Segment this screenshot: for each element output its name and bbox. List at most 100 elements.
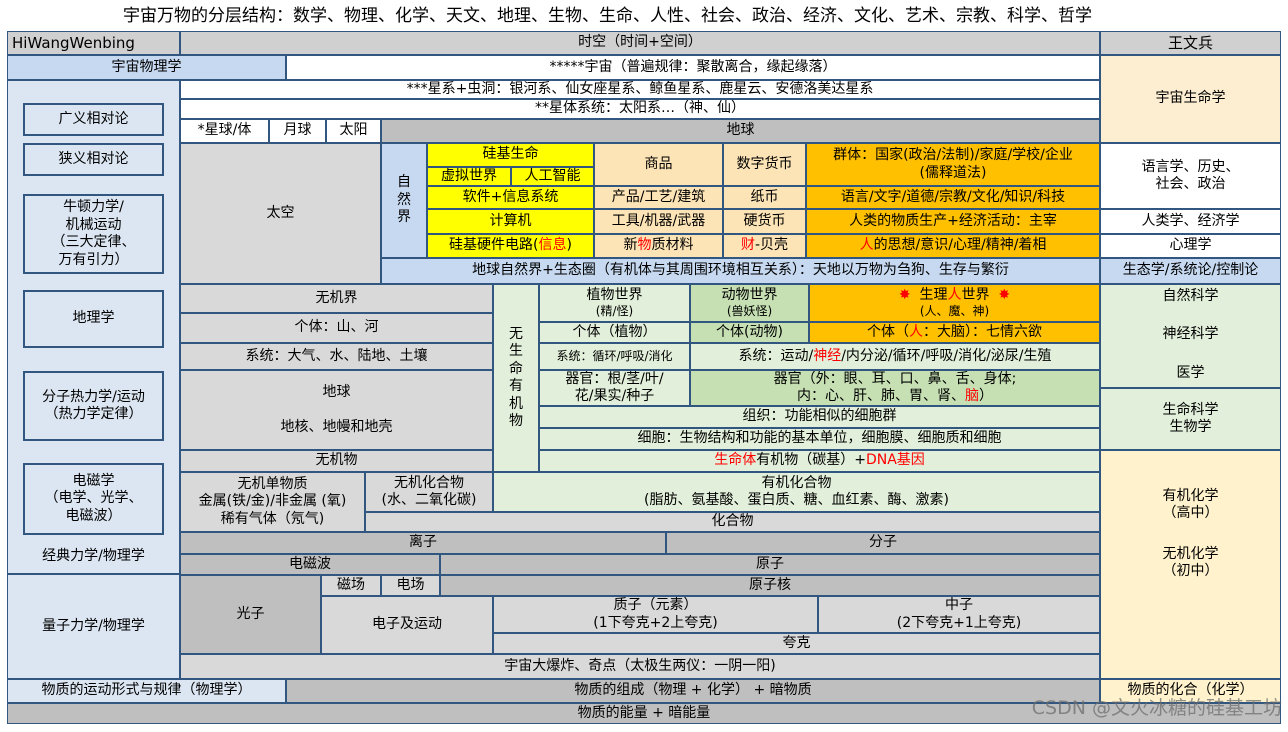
- plant-world-title: 植物世界: [586, 286, 643, 303]
- inorganic-elements: 无机单物质 金属(铁/金)/非金属 (氧) 稀有气体（氖气): [180, 472, 365, 532]
- starburst-icon: ✸: [998, 286, 1011, 303]
- cosmic-life-science: 宇宙生命学: [1100, 55, 1281, 143]
- earth-header: 地球: [381, 119, 1100, 143]
- natural-science: 自然科学: [1162, 288, 1219, 305]
- author-brand: HiWangWenbing: [12, 33, 135, 52]
- goods: 商品: [594, 143, 723, 186]
- artificial-intelligence: 人工智能: [511, 167, 594, 186]
- animal-systems-a: 系统：运动/: [738, 347, 814, 364]
- ecosphere: 地球自然界+生态圈（有机体与其周围环境相互关系）：天地以万物为刍狗、生存与繁衍: [381, 258, 1100, 284]
- header-right: 王文兵: [1100, 31, 1281, 55]
- human-world-a: 生理: [919, 286, 948, 303]
- products: 产品/工艺/建筑: [594, 186, 723, 209]
- culture: 语言/文字/道德/宗教/文化/知识/科技: [806, 186, 1100, 209]
- software-systems: 软件+信息系统: [427, 186, 594, 209]
- animal-world-sub: (兽妖怪): [726, 304, 773, 319]
- silicon-hardware-info: 信息: [538, 237, 567, 254]
- human-individual-a: 个体（: [867, 323, 909, 340]
- silicon-life: 硅基生命: [427, 143, 594, 167]
- new-materials: 新物质材料: [594, 234, 723, 258]
- social-groups: 群体：国家(政治/法制)/家庭/学校/企业 (儒释道法): [806, 143, 1100, 186]
- mountains-rivers: 个体：山、河: [180, 313, 493, 343]
- inorganic-chemistry: 无机化学 （初中）: [1162, 545, 1219, 580]
- human-individual: 个体（人：大脑）：七情六欲: [809, 322, 1100, 343]
- newtonian-mechanics: 牛顿力学/ 机械运动 （三大定律、 万有引力）: [23, 194, 164, 274]
- atomic-nucleus: 原子核: [440, 575, 1100, 596]
- ions: 离子: [180, 532, 666, 554]
- electromagnetic-waves: 电磁波: [180, 554, 440, 575]
- new-materials-b: 质材料: [651, 237, 694, 254]
- animal-organs-a: 内：心、肝、肺、胃、肾、: [797, 388, 965, 404]
- star-system: **星体系统：太阳系…（神、仙）: [180, 99, 1100, 119]
- human-individual-b: ：大脑）：七情六欲: [923, 323, 1042, 340]
- physics-motion: 物质的运动形式与规律（物理学）: [7, 679, 286, 703]
- organic-life-mid: 有机物（碳基）+: [756, 452, 866, 469]
- digital-currency: 数字货币: [723, 143, 806, 186]
- human-world: ✸ 生理人世界 ✸ (人、魔、神): [809, 284, 1100, 322]
- inorganic-world: 无机界: [180, 284, 493, 313]
- human-world-red: 人: [947, 286, 962, 303]
- medicine: 医学: [1176, 365, 1205, 382]
- ecology-systems: 生态学/系统论/控制论: [1100, 258, 1281, 284]
- earth-layers: 地球 地核、地幔和地壳: [180, 370, 493, 450]
- animal-organs-line2: 内：心、肝、肺、胃、肾、脑）: [797, 388, 993, 405]
- animal-organs: 器官（外：眼、耳、口、鼻、舌、身体; 内：心、肝、肺、胃、肾、脑）: [690, 370, 1100, 406]
- material-production: 人类的物质生产+经济活动：主宰: [806, 209, 1100, 234]
- animal-organs-b: ）: [979, 388, 993, 404]
- human-world-b: 世界: [961, 286, 990, 303]
- shells-money-red: 财: [740, 237, 755, 254]
- shells-money: 财 -贝壳: [723, 234, 806, 258]
- thermodynamics: 分子热力学/运动 （热力学定律）: [23, 371, 164, 441]
- neuroscience: 神经科学: [1162, 326, 1219, 343]
- spacetime-header: 时空（时间+空间）: [180, 31, 1100, 55]
- nature-label: 自 然 界: [381, 143, 427, 258]
- inorganic-matter: 无机物: [180, 450, 493, 472]
- protons: 质子（元素） (1下夸克+2上夸克): [493, 596, 818, 633]
- inorganic-systems: 系统：大气、水、陆地、土壤: [180, 343, 493, 370]
- psychology: 心理学: [1100, 234, 1281, 258]
- human-mind: 人的思想/意识/心理/精神/着相: [806, 234, 1100, 258]
- header-left: HiWangWenbing: [7, 31, 180, 55]
- neutrons: 中子 (2下夸克+1上夸克): [818, 596, 1100, 633]
- tools: 工具/机器/武器: [594, 209, 723, 234]
- animal-world-title: 动物世界: [721, 286, 778, 303]
- silicon-hardware-close: ): [566, 237, 572, 254]
- electrons: 电子及运动: [321, 596, 493, 654]
- cosmic-physics: 宇宙物理学: [7, 55, 286, 80]
- animal-organs-red: 脑: [965, 388, 979, 404]
- human-mind-red: 人: [859, 237, 874, 254]
- cell: 细胞：生物结构和功能的基本单位，细胞膜、细胞质和细胞: [539, 428, 1100, 450]
- classical-physics: 经典力学/物理学: [42, 548, 145, 565]
- computer: 计算机: [427, 209, 594, 234]
- molecules: 分子: [666, 532, 1100, 554]
- human-world-sub: (人、魔、神): [919, 304, 990, 319]
- plant-world: 植物世界 (精/怪): [539, 284, 690, 322]
- human-individual-red: 人: [909, 323, 923, 340]
- new-materials-a: 新: [623, 237, 638, 254]
- animal-world: 动物世界 (兽妖怪): [690, 284, 809, 322]
- plant-individual: 个体（植物）: [539, 322, 690, 343]
- plant-organs: 器官：根/茎/叶/ 花/果实/种子: [539, 370, 690, 406]
- organic-life-red: 生命体: [714, 452, 757, 469]
- electric-field: 电场: [381, 575, 440, 596]
- anthropology-economics: 人类学、经济学: [1100, 209, 1281, 234]
- animal-organs-line1: 器官（外：眼、耳、口、鼻、舌、身体;: [773, 370, 1017, 387]
- geography: 地理学: [23, 290, 164, 348]
- animal-systems: 系统：运动/神经/内分泌/循环/呼吸/消化/泌尿/生殖: [690, 343, 1100, 370]
- silicon-hardware: 硅基硬件电路(信息): [427, 234, 594, 258]
- paper-money: 纸币: [723, 186, 806, 209]
- linguistics-history: 语言学、历史、 社会、政治: [1100, 143, 1281, 209]
- photons: 光子: [180, 575, 321, 654]
- galaxies: ***星系+虫洞：银河系、仙女座星系、鲸鱼星系、鹿星云、安德洛美达星系: [180, 80, 1100, 99]
- hard-currency: 硬货币: [723, 209, 806, 234]
- organic-life-dna: DNA基因: [865, 452, 925, 469]
- planet: *星球/体: [180, 119, 269, 143]
- special-relativity: 狭义相对论: [23, 143, 164, 176]
- atoms: 原子: [440, 554, 1100, 575]
- quantum-physics: 量子力学/物理学: [7, 574, 180, 679]
- animal-individual: 个体(动物): [690, 322, 809, 343]
- moon: 月球: [269, 119, 326, 143]
- human-mind-text: 的思想/意识/心理/精神/着相: [873, 237, 1047, 254]
- electromagnetism: 电磁学 （电学、光学、 电磁波）: [23, 463, 164, 535]
- universe: *****宇宙（普遍规律：聚散离合，缘起缘落）: [286, 55, 1100, 80]
